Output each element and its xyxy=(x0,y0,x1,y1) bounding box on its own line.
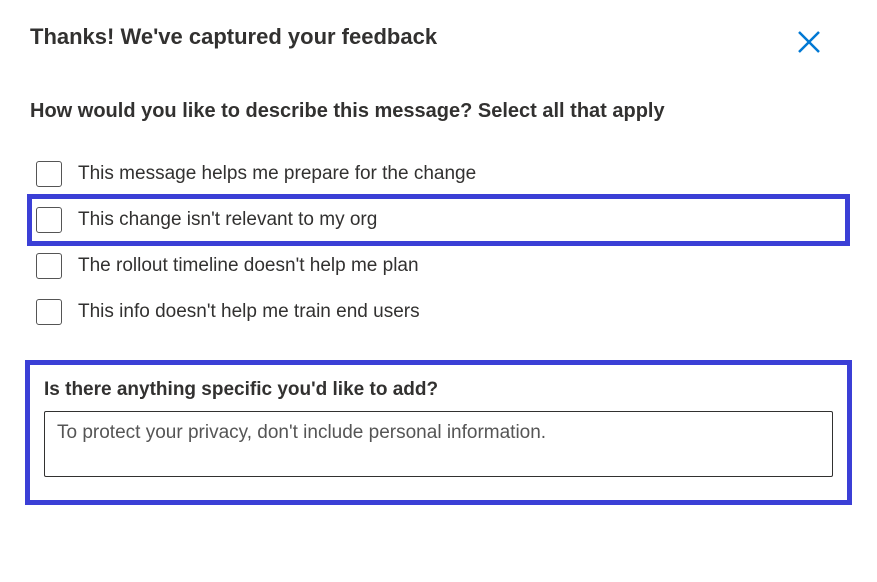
option-label: This info doesn't help me train end user… xyxy=(78,301,420,323)
survey-question: How would you like to describe this mess… xyxy=(30,100,847,123)
close-button[interactable] xyxy=(791,24,827,60)
option-label: This message helps me prepare for the ch… xyxy=(78,163,476,185)
option-row-not-relevant[interactable]: This change isn't relevant to my org xyxy=(30,197,847,243)
checkbox-rollout-timeline[interactable] xyxy=(36,253,62,279)
option-row-prepare-change[interactable]: This message helps me prepare for the ch… xyxy=(30,151,847,197)
checkbox-prepare-change[interactable] xyxy=(36,161,62,187)
freeform-question: Is there anything specific you'd like to… xyxy=(44,379,833,401)
options-group: This message helps me prepare for the ch… xyxy=(30,151,847,335)
option-row-train-users[interactable]: This info doesn't help me train end user… xyxy=(30,289,847,335)
header-row: Thanks! We've captured your feedback xyxy=(30,24,847,60)
freeform-section: Is there anything specific you'd like to… xyxy=(30,365,847,500)
checkbox-train-users[interactable] xyxy=(36,299,62,325)
option-label: The rollout timeline doesn't help me pla… xyxy=(78,255,419,277)
checkbox-not-relevant[interactable] xyxy=(36,207,62,233)
option-row-rollout-timeline[interactable]: The rollout timeline doesn't help me pla… xyxy=(30,243,847,289)
option-label: This change isn't relevant to my org xyxy=(78,209,377,231)
close-icon xyxy=(795,28,823,56)
page-title: Thanks! We've captured your feedback xyxy=(30,24,437,50)
freeform-input[interactable] xyxy=(44,411,833,477)
